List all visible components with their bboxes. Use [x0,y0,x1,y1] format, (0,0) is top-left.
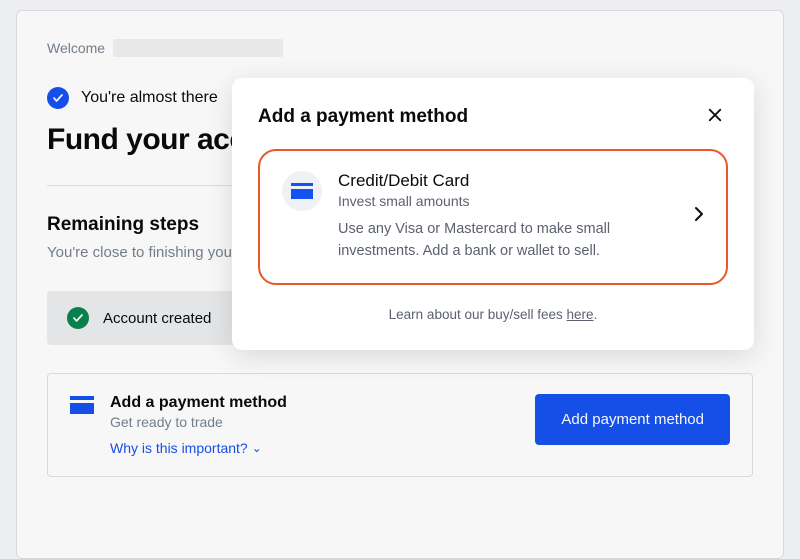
close-icon [706,112,724,127]
fees-link[interactable]: here [567,307,594,322]
add-payment-method-modal: Add a payment method Credit/Debit Card I… [232,78,754,350]
option-icon-wrap [282,171,322,211]
fees-note: Learn about our buy/sell fees here. [258,307,728,322]
modal-header: Add a payment method [258,102,728,131]
chevron-right-icon [694,206,704,227]
modal-title: Add a payment method [258,106,468,128]
option-title: Credit/Debit Card [338,171,678,191]
option-description: Use any Visa or Mastercard to make small… [338,219,678,263]
close-button[interactable] [702,102,728,131]
option-texts: Credit/Debit Card Invest small amounts U… [338,171,678,263]
card-icon [291,183,313,199]
fees-prefix: Learn about our buy/sell fees [389,307,567,322]
fees-suffix: . [594,307,598,322]
credit-debit-card-option[interactable]: Credit/Debit Card Invest small amounts U… [258,149,728,285]
option-subtitle: Invest small amounts [338,193,678,209]
